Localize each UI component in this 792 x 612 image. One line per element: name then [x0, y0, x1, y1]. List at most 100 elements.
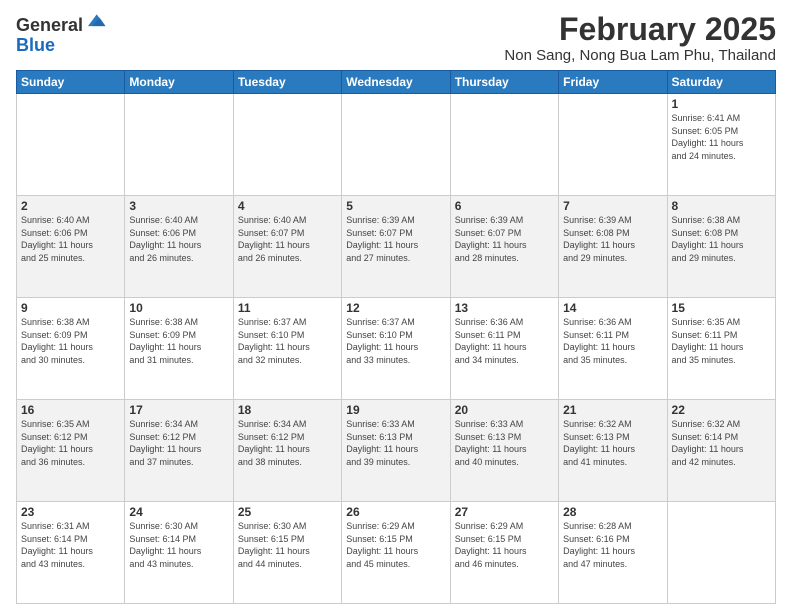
- day-info: Sunrise: 6:36 AM Sunset: 6:11 PM Dayligh…: [455, 316, 554, 366]
- day-info: Sunrise: 6:29 AM Sunset: 6:15 PM Dayligh…: [455, 520, 554, 570]
- weekday-row: SundayMondayTuesdayWednesdayThursdayFrid…: [17, 71, 776, 94]
- calendar-cell: 25Sunrise: 6:30 AM Sunset: 6:15 PM Dayli…: [233, 502, 341, 604]
- day-info: Sunrise: 6:29 AM Sunset: 6:15 PM Dayligh…: [346, 520, 445, 570]
- day-info: Sunrise: 6:33 AM Sunset: 6:13 PM Dayligh…: [455, 418, 554, 468]
- calendar-cell: [233, 94, 341, 196]
- day-number: 9: [21, 301, 120, 315]
- day-number: 6: [455, 199, 554, 213]
- calendar-cell: [17, 94, 125, 196]
- calendar-cell: 8Sunrise: 6:38 AM Sunset: 6:08 PM Daylig…: [667, 196, 775, 298]
- day-info: Sunrise: 6:28 AM Sunset: 6:16 PM Dayligh…: [563, 520, 662, 570]
- day-info: Sunrise: 6:30 AM Sunset: 6:15 PM Dayligh…: [238, 520, 337, 570]
- calendar-body: 1Sunrise: 6:41 AM Sunset: 6:05 PM Daylig…: [17, 94, 776, 604]
- day-number: 1: [672, 97, 771, 111]
- weekday-header-saturday: Saturday: [667, 71, 775, 94]
- day-number: 16: [21, 403, 120, 417]
- day-number: 7: [563, 199, 662, 213]
- weekday-header-tuesday: Tuesday: [233, 71, 341, 94]
- calendar-cell: 12Sunrise: 6:37 AM Sunset: 6:10 PM Dayli…: [342, 298, 450, 400]
- calendar-cell: 23Sunrise: 6:31 AM Sunset: 6:14 PM Dayli…: [17, 502, 125, 604]
- calendar-cell: [667, 502, 775, 604]
- day-number: 23: [21, 505, 120, 519]
- calendar-cell: 18Sunrise: 6:34 AM Sunset: 6:12 PM Dayli…: [233, 400, 341, 502]
- calendar: SundayMondayTuesdayWednesdayThursdayFrid…: [16, 70, 776, 604]
- week-row-1: 2Sunrise: 6:40 AM Sunset: 6:06 PM Daylig…: [17, 196, 776, 298]
- calendar-header: SundayMondayTuesdayWednesdayThursdayFrid…: [17, 71, 776, 94]
- day-info: Sunrise: 6:36 AM Sunset: 6:11 PM Dayligh…: [563, 316, 662, 366]
- calendar-cell: 20Sunrise: 6:33 AM Sunset: 6:13 PM Dayli…: [450, 400, 558, 502]
- calendar-cell: 21Sunrise: 6:32 AM Sunset: 6:13 PM Dayli…: [559, 400, 667, 502]
- calendar-cell: [559, 94, 667, 196]
- week-row-4: 23Sunrise: 6:31 AM Sunset: 6:14 PM Dayli…: [17, 502, 776, 604]
- day-number: 22: [672, 403, 771, 417]
- day-number: 20: [455, 403, 554, 417]
- calendar-cell: 3Sunrise: 6:40 AM Sunset: 6:06 PM Daylig…: [125, 196, 233, 298]
- title-block: February 2025 Non Sang, Nong Bua Lam Phu…: [504, 12, 776, 64]
- day-number: 14: [563, 301, 662, 315]
- header: General Blue February 2025 Non Sang, Non…: [16, 12, 776, 64]
- day-info: Sunrise: 6:37 AM Sunset: 6:10 PM Dayligh…: [238, 316, 337, 366]
- day-number: 10: [129, 301, 228, 315]
- calendar-cell: [450, 94, 558, 196]
- day-number: 4: [238, 199, 337, 213]
- day-info: Sunrise: 6:31 AM Sunset: 6:14 PM Dayligh…: [21, 520, 120, 570]
- month-title: February 2025: [504, 12, 776, 47]
- weekday-header-monday: Monday: [125, 71, 233, 94]
- calendar-cell: 6Sunrise: 6:39 AM Sunset: 6:07 PM Daylig…: [450, 196, 558, 298]
- day-info: Sunrise: 6:40 AM Sunset: 6:06 PM Dayligh…: [129, 214, 228, 264]
- calendar-cell: 9Sunrise: 6:38 AM Sunset: 6:09 PM Daylig…: [17, 298, 125, 400]
- page: General Blue February 2025 Non Sang, Non…: [0, 0, 792, 612]
- day-number: 5: [346, 199, 445, 213]
- day-info: Sunrise: 6:32 AM Sunset: 6:13 PM Dayligh…: [563, 418, 662, 468]
- day-number: 2: [21, 199, 120, 213]
- day-number: 26: [346, 505, 445, 519]
- calendar-cell: 10Sunrise: 6:38 AM Sunset: 6:09 PM Dayli…: [125, 298, 233, 400]
- calendar-cell: 24Sunrise: 6:30 AM Sunset: 6:14 PM Dayli…: [125, 502, 233, 604]
- calendar-cell: 17Sunrise: 6:34 AM Sunset: 6:12 PM Dayli…: [125, 400, 233, 502]
- calendar-cell: 15Sunrise: 6:35 AM Sunset: 6:11 PM Dayli…: [667, 298, 775, 400]
- day-info: Sunrise: 6:35 AM Sunset: 6:12 PM Dayligh…: [21, 418, 120, 468]
- day-info: Sunrise: 6:30 AM Sunset: 6:14 PM Dayligh…: [129, 520, 228, 570]
- weekday-header-sunday: Sunday: [17, 71, 125, 94]
- calendar-cell: [125, 94, 233, 196]
- day-info: Sunrise: 6:40 AM Sunset: 6:06 PM Dayligh…: [21, 214, 120, 264]
- day-info: Sunrise: 6:38 AM Sunset: 6:09 PM Dayligh…: [21, 316, 120, 366]
- calendar-cell: 11Sunrise: 6:37 AM Sunset: 6:10 PM Dayli…: [233, 298, 341, 400]
- day-number: 24: [129, 505, 228, 519]
- day-number: 18: [238, 403, 337, 417]
- day-info: Sunrise: 6:38 AM Sunset: 6:08 PM Dayligh…: [672, 214, 771, 264]
- weekday-header-friday: Friday: [559, 71, 667, 94]
- calendar-cell: 14Sunrise: 6:36 AM Sunset: 6:11 PM Dayli…: [559, 298, 667, 400]
- calendar-cell: 1Sunrise: 6:41 AM Sunset: 6:05 PM Daylig…: [667, 94, 775, 196]
- day-info: Sunrise: 6:38 AM Sunset: 6:09 PM Dayligh…: [129, 316, 228, 366]
- day-info: Sunrise: 6:39 AM Sunset: 6:07 PM Dayligh…: [346, 214, 445, 264]
- day-info: Sunrise: 6:37 AM Sunset: 6:10 PM Dayligh…: [346, 316, 445, 366]
- day-number: 11: [238, 301, 337, 315]
- calendar-cell: 13Sunrise: 6:36 AM Sunset: 6:11 PM Dayli…: [450, 298, 558, 400]
- calendar-cell: 4Sunrise: 6:40 AM Sunset: 6:07 PM Daylig…: [233, 196, 341, 298]
- calendar-cell: 26Sunrise: 6:29 AM Sunset: 6:15 PM Dayli…: [342, 502, 450, 604]
- logo-blue: Blue: [16, 36, 107, 56]
- week-row-2: 9Sunrise: 6:38 AM Sunset: 6:09 PM Daylig…: [17, 298, 776, 400]
- calendar-cell: 27Sunrise: 6:29 AM Sunset: 6:15 PM Dayli…: [450, 502, 558, 604]
- day-info: Sunrise: 6:39 AM Sunset: 6:08 PM Dayligh…: [563, 214, 662, 264]
- logo-icon: [85, 10, 107, 32]
- calendar-cell: [342, 94, 450, 196]
- day-number: 25: [238, 505, 337, 519]
- logo-general: General: [16, 16, 83, 36]
- calendar-cell: 28Sunrise: 6:28 AM Sunset: 6:16 PM Dayli…: [559, 502, 667, 604]
- day-info: Sunrise: 6:34 AM Sunset: 6:12 PM Dayligh…: [129, 418, 228, 468]
- day-number: 12: [346, 301, 445, 315]
- day-number: 28: [563, 505, 662, 519]
- logo: General Blue: [16, 16, 107, 56]
- week-row-3: 16Sunrise: 6:35 AM Sunset: 6:12 PM Dayli…: [17, 400, 776, 502]
- day-info: Sunrise: 6:32 AM Sunset: 6:14 PM Dayligh…: [672, 418, 771, 468]
- day-info: Sunrise: 6:34 AM Sunset: 6:12 PM Dayligh…: [238, 418, 337, 468]
- day-info: Sunrise: 6:39 AM Sunset: 6:07 PM Dayligh…: [455, 214, 554, 264]
- day-info: Sunrise: 6:35 AM Sunset: 6:11 PM Dayligh…: [672, 316, 771, 366]
- day-number: 27: [455, 505, 554, 519]
- logo-text: General Blue: [16, 16, 107, 56]
- day-number: 13: [455, 301, 554, 315]
- day-info: Sunrise: 6:33 AM Sunset: 6:13 PM Dayligh…: [346, 418, 445, 468]
- calendar-cell: 7Sunrise: 6:39 AM Sunset: 6:08 PM Daylig…: [559, 196, 667, 298]
